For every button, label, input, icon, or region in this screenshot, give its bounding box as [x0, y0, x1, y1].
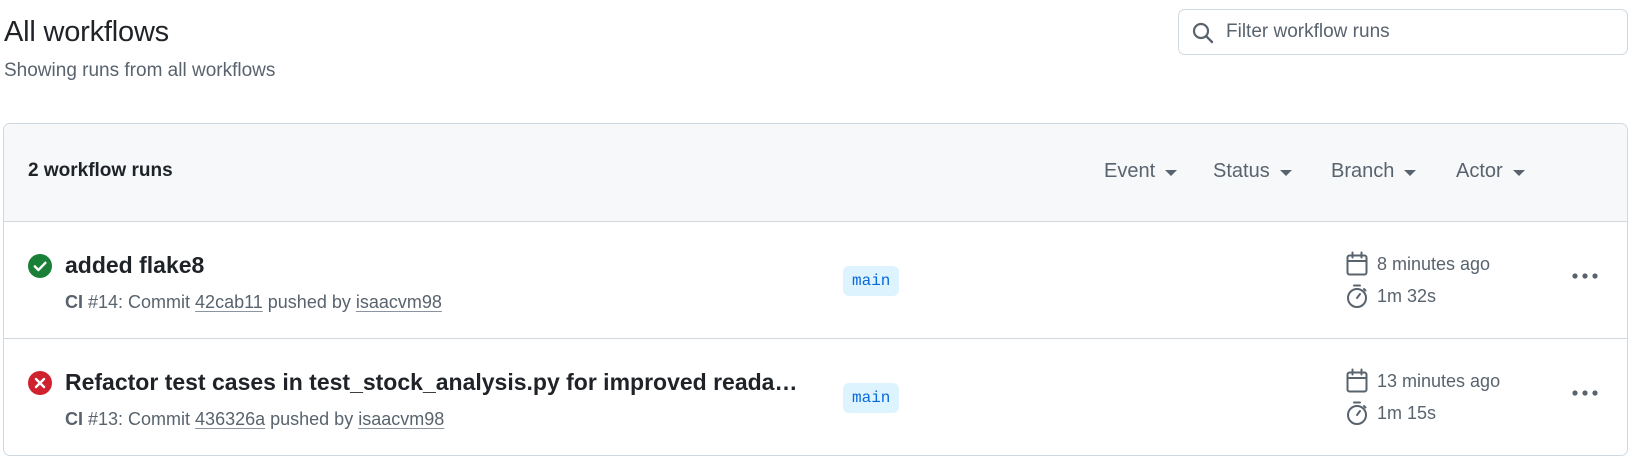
- time-ago-text[interactable]: 13 minutes ago: [1377, 371, 1500, 392]
- triangle-down-icon: [1279, 169, 1292, 176]
- run-time-ago: 8 minutes ago: [1345, 251, 1490, 277]
- triangle-down-icon: [1512, 169, 1525, 176]
- triangle-down-icon: [1165, 169, 1178, 176]
- status-filter-label: Status: [1213, 160, 1270, 182]
- branch-filter-label: Branch: [1331, 160, 1395, 182]
- event-filter-label: Event: [1104, 160, 1156, 182]
- check-circle-fill-icon: [28, 254, 52, 278]
- actor-filter-dropdown[interactable]: Actor: [1456, 160, 1525, 183]
- workflow-run-row[interactable]: added flake8 CI #14: Commit 42cab11 push…: [4, 222, 1627, 339]
- x-circle-fill-icon: [28, 371, 52, 395]
- page-subtitle: Showing runs from all workflows: [4, 60, 276, 81]
- workflow-runs-header: 2 workflow runs Event Status Branch Acto…: [4, 124, 1627, 222]
- pushed-by-text: pushed by: [265, 409, 359, 429]
- workflow-runs-count: 2 workflow runs: [28, 160, 173, 181]
- triangle-down-icon: [1404, 169, 1417, 176]
- status-filter-dropdown[interactable]: Status: [1213, 160, 1292, 183]
- stopwatch-icon: [1347, 401, 1367, 425]
- branch-label[interactable]: main: [843, 383, 900, 413]
- run-title-link[interactable]: added flake8: [65, 252, 204, 279]
- duration-text: 1m 15s: [1377, 402, 1437, 423]
- kebab-horizontal-icon[interactable]: [1570, 383, 1600, 403]
- branch-label[interactable]: main: [843, 266, 900, 296]
- branch-filter-dropdown[interactable]: Branch: [1331, 160, 1417, 183]
- workflows-page: All workflows Showing runs from all work…: [0, 0, 1633, 456]
- run-meta: CI #13: Commit 436326a pushed by isaacvm…: [65, 409, 444, 430]
- actor-filter-label: Actor: [1456, 160, 1503, 182]
- actor-link[interactable]: isaacvm98: [356, 292, 442, 312]
- calendar-icon: [1346, 251, 1368, 276]
- stopwatch-icon: [1347, 284, 1367, 308]
- filter-search-box[interactable]: [1178, 9, 1628, 55]
- calendar-icon: [1346, 368, 1368, 393]
- search-icon: [1192, 22, 1214, 44]
- workflow-run-row[interactable]: Refactor test cases in test_stock_analys…: [4, 339, 1627, 455]
- run-number: #13: Commit: [83, 409, 196, 429]
- workflow-runs-panel: 2 workflow runs Event Status Branch Acto…: [3, 123, 1628, 456]
- pushed-by-text: pushed by: [262, 292, 356, 312]
- commit-link[interactable]: 42cab11: [195, 292, 263, 312]
- event-filter-dropdown[interactable]: Event: [1104, 160, 1178, 183]
- run-title-link[interactable]: Refactor test cases in test_stock_analys…: [65, 369, 807, 396]
- actor-link[interactable]: isaacvm98: [358, 409, 444, 429]
- workflow-name: CI: [65, 292, 83, 312]
- run-time-ago: 13 minutes ago: [1345, 368, 1500, 394]
- duration-text: 1m 32s: [1377, 285, 1437, 306]
- run-duration: 1m 15s: [1345, 400, 1436, 426]
- commit-link[interactable]: 436326a: [195, 409, 265, 429]
- page-title: All workflows: [4, 16, 169, 48]
- filter-workflow-runs-input[interactable]: [1226, 10, 1616, 54]
- run-meta: CI #14: Commit 42cab11 pushed by isaacvm…: [65, 292, 442, 313]
- workflow-name: CI: [65, 409, 83, 429]
- run-duration: 1m 32s: [1345, 283, 1436, 309]
- run-number: #14: Commit: [83, 292, 196, 312]
- kebab-horizontal-icon[interactable]: [1570, 266, 1600, 286]
- time-ago-text[interactable]: 8 minutes ago: [1377, 254, 1490, 275]
